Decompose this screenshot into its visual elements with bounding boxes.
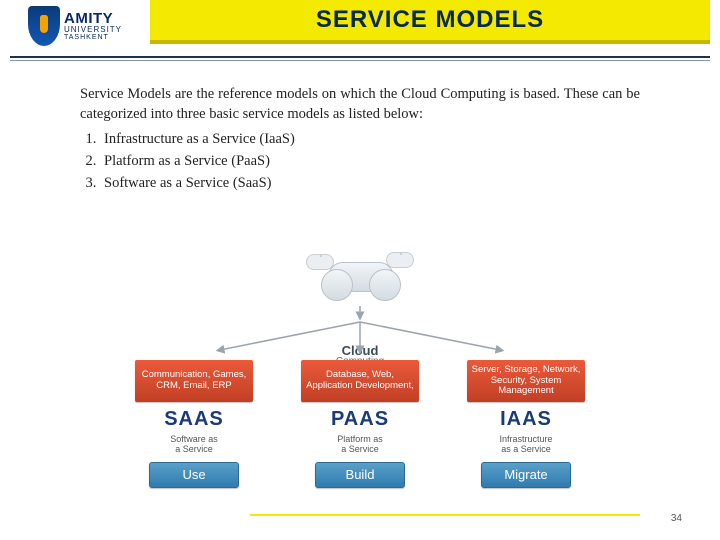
diagram: Cloud Computing Communication, Games, CR… bbox=[0, 252, 720, 502]
logo-name: AMITY bbox=[64, 11, 122, 26]
logo: AMITY UNIVERSITY TASHKENT bbox=[28, 2, 158, 50]
cloud-icon bbox=[300, 252, 420, 298]
page-title: SERVICE MODELS bbox=[316, 6, 544, 34]
examples-box: Server, Storage, Network, Security, Syst… bbox=[467, 360, 585, 402]
full-label: Infrastructure as a Service bbox=[499, 435, 552, 455]
branch-lines bbox=[180, 306, 540, 352]
divider bbox=[10, 56, 710, 61]
logo-text: AMITY UNIVERSITY TASHKENT bbox=[64, 11, 122, 41]
shield-icon bbox=[28, 6, 60, 46]
examples-box: Communication, Games, CRM, Email, ERP bbox=[135, 360, 253, 402]
intro-text: Service Models are the reference models … bbox=[80, 84, 640, 125]
action-badge: Migrate bbox=[481, 462, 571, 488]
abbr-label: SAAS bbox=[164, 408, 224, 431]
list-item: Platform as a Service (PaaS) bbox=[100, 151, 640, 171]
action-badge: Build bbox=[315, 462, 405, 488]
content: Service Models are the reference models … bbox=[80, 84, 640, 195]
logo-sub: UNIVERSITY bbox=[64, 26, 122, 34]
column-iaas: Server, Storage, Network, Security, Syst… bbox=[462, 360, 590, 488]
header: SERVICE MODELS AMITY UNIVERSITY TASHKENT bbox=[0, 0, 720, 56]
abbr-label: PAAS bbox=[331, 408, 389, 431]
slide: SERVICE MODELS AMITY UNIVERSITY TASHKENT… bbox=[0, 0, 720, 540]
model-list: Infrastructure as a Service (IaaS) Platf… bbox=[100, 129, 640, 194]
full-label: Software as a Service bbox=[170, 435, 218, 455]
logo-city: TASHKENT bbox=[64, 34, 122, 41]
abbr-label: IAAS bbox=[500, 408, 552, 431]
list-item: Infrastructure as a Service (IaaS) bbox=[100, 129, 640, 149]
column-saas: Communication, Games, CRM, Email, ERP SA… bbox=[130, 360, 258, 488]
action-badge: Use bbox=[149, 462, 239, 488]
list-item: Software as a Service (SaaS) bbox=[100, 173, 640, 193]
column-paas: Database, Web, Application Development, … bbox=[296, 360, 424, 488]
title-bar: SERVICE MODELS bbox=[150, 0, 710, 44]
columns: Communication, Games, CRM, Email, ERP SA… bbox=[130, 360, 590, 488]
full-label: Platform as a Service bbox=[337, 435, 383, 455]
examples-box: Database, Web, Application Development, bbox=[301, 360, 419, 402]
page-number: 34 bbox=[671, 513, 682, 524]
footer-line bbox=[250, 514, 640, 516]
